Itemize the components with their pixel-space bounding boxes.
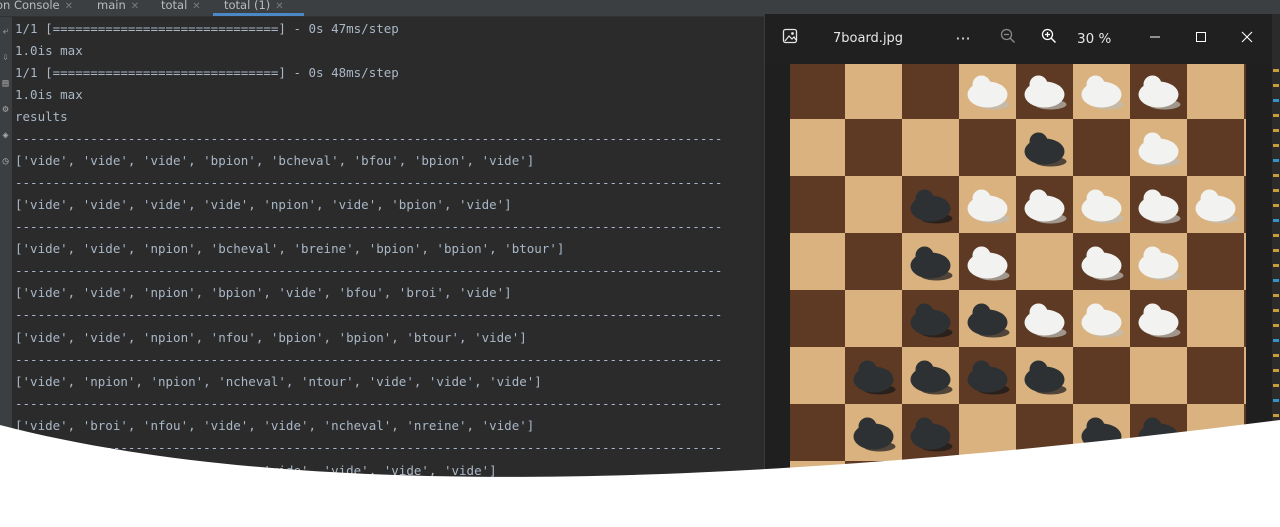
decorative-wave: [0, 420, 1280, 527]
